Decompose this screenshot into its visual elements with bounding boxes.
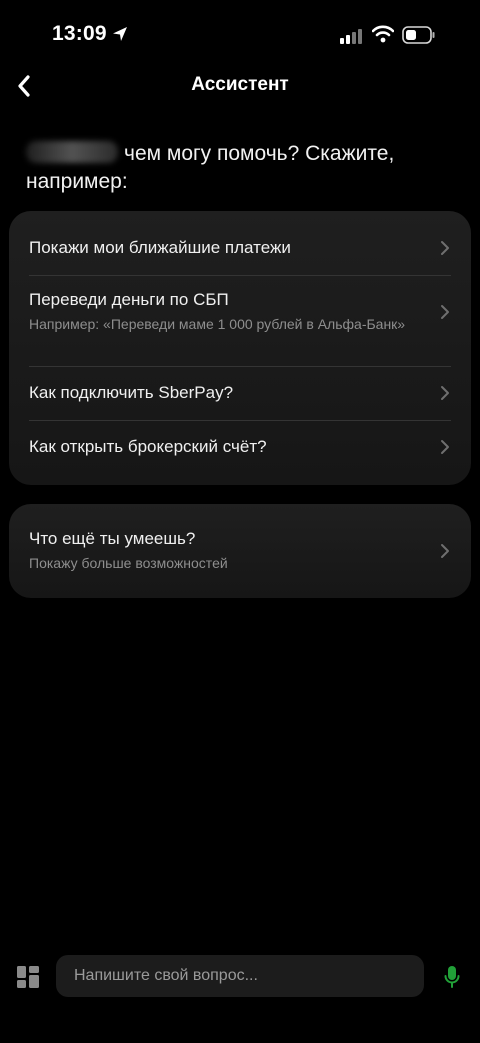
chevron-right-icon (441, 440, 449, 454)
microphone-icon (444, 966, 460, 988)
suggestion-title: Как подключить SberPay? (29, 383, 234, 402)
divider (29, 275, 451, 276)
chevron-right-icon (441, 543, 449, 558)
suggestion-title: Покажи мои ближайшие платежи (29, 238, 291, 257)
battery-icon (402, 26, 435, 44)
chevron-right-icon (441, 386, 449, 400)
suggestion-subtitle: Например: «Переведи маме 1 000 рублей в … (29, 316, 406, 332)
status-bar: 13:09 (0, 0, 480, 60)
suggestion-title: Как открыть брокерский счёт? (29, 437, 267, 456)
assistant-greeting: чем могу помочь? Скажите, например: (26, 140, 446, 196)
status-time: 13:09 (52, 22, 107, 45)
chevron-right-icon (441, 304, 449, 319)
suggestions-card: Покажи мои ближайшие платежи Переведи де… (9, 211, 471, 485)
more-capabilities-item[interactable]: Что ещё ты умеешь? Покажу больше возможн… (29, 528, 451, 573)
location-arrow-icon (113, 27, 127, 41)
cellular-signal-icon (340, 29, 362, 44)
page-title: Ассистент (191, 74, 289, 95)
suggestion-brokerage-account[interactable]: Как открыть брокерский счёт? (29, 436, 451, 458)
suggestion-sberpay[interactable]: Как подключить SberPay? (29, 382, 451, 404)
more-capabilities-card[interactable]: Что ещё ты умеешь? Покажу больше возможн… (9, 504, 471, 598)
microphone-button[interactable] (440, 964, 464, 990)
grid-menu-icon[interactable] (16, 965, 40, 989)
suggestion-title: Переведи деньги по СБП (29, 290, 229, 309)
divider (29, 420, 451, 421)
more-title: Что ещё ты умеешь? (29, 529, 196, 548)
suggestion-sbp-transfer[interactable]: Переведи деньги по СБП Например: «Переве… (29, 289, 451, 334)
navigation-bar: Ассистент (0, 62, 480, 110)
more-subtitle: Покажу больше возможностей (29, 555, 228, 571)
message-input-bar (0, 955, 480, 999)
suggestion-upcoming-payments[interactable]: Покажи мои ближайшие платежи (29, 237, 451, 259)
question-input[interactable] (56, 955, 424, 997)
redacted-user-name (26, 141, 118, 163)
divider (29, 366, 451, 367)
wifi-icon (372, 25, 394, 43)
chevron-right-icon (441, 241, 449, 255)
